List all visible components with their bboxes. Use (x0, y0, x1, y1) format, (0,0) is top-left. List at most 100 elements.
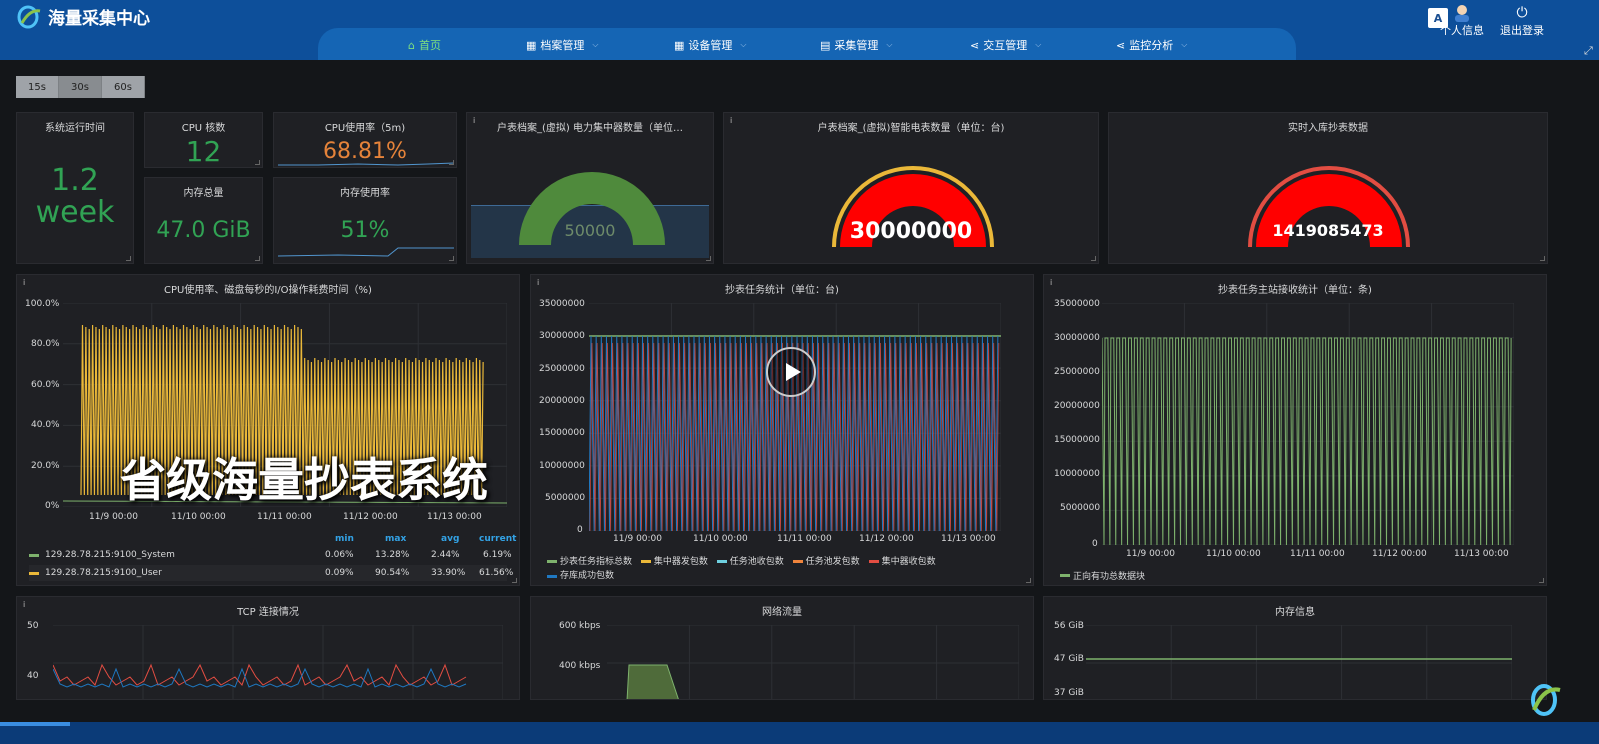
legend-item[interactable]: 129.28.78.215:9100_User 0.09% 90.54% 33.… (29, 565, 513, 581)
legend-name: 正向有功总数据块 (1073, 572, 1146, 582)
y-tick: 20.0% (31, 461, 60, 471)
meter-gauge-panel: i 户表档案_(虚拟)智能电表数量（单位：台) 30000000 (723, 112, 1099, 264)
y-tick: 20000000 (1054, 401, 1100, 411)
legend-name: 抄表任务指标总数 (560, 556, 633, 567)
y-tick: 600 kbps (559, 621, 601, 631)
panel-title: 内存信息 (1275, 607, 1315, 618)
avatar-icon (1455, 5, 1469, 22)
legend-max: 13.28% (375, 550, 410, 560)
y-tick: 5000000 (1060, 503, 1101, 513)
resize-handle[interactable] (1091, 256, 1096, 261)
panel-title: 户表档案_(虚拟)智能电表数量（单位：台) (817, 123, 1005, 134)
concentrator-gauge-panel: i 户表档案_(虚拟) 电力集中器数量（单位… 50000 (466, 112, 714, 264)
profile-label: 个人信息 (1440, 24, 1484, 37)
chevron-down-icon: ⌵ (592, 40, 599, 49)
share-icon: ⋖ (970, 38, 980, 52)
mem-total-panel: 内存总量 47.0 GiB (144, 177, 263, 264)
panel-title: TCP 连接情况 (237, 607, 299, 618)
panel-title: 抄表任务主站接收统计（单位：条) (1218, 285, 1372, 296)
nav-item-collect[interactable]: ▤ 采集管理 ⌵ (820, 37, 892, 53)
grid-icon: ▦ (674, 38, 685, 52)
resize-handle[interactable] (449, 256, 454, 261)
y-tick: 10000000 (1054, 469, 1100, 479)
resize-handle[interactable] (1539, 578, 1544, 583)
concentrator-gauge-value: 50000 (564, 221, 616, 240)
range-15s-button[interactable]: 15s (16, 76, 59, 98)
cpu-cores-value: 12 (185, 135, 222, 168)
logo-icon (17, 5, 41, 28)
legend-col-current: current (479, 534, 517, 544)
resize-handle[interactable] (126, 256, 131, 261)
legend-item[interactable]: 集中器收包数 (868, 555, 936, 569)
legend-item[interactable]: 129.28.78.215:9100_System 0.06% 13.28% 2… (29, 547, 512, 563)
master-receive-plot (1102, 303, 1514, 545)
legend-name: 任务池发包数 (805, 556, 860, 567)
legend-item[interactable]: 存库成功包数 (547, 569, 614, 583)
resize-handle[interactable] (706, 256, 711, 261)
logout-button[interactable]: ⏻ 退出登录 (1500, 4, 1544, 38)
x-tick: 11/12 00:00 (859, 534, 914, 544)
legend-name: 任务池收包数 (729, 556, 784, 567)
logout-label: 退出登录 (1500, 24, 1544, 37)
nav-item-archive[interactable]: ▦ 档案管理 ⌵ (526, 37, 598, 53)
resize-handle[interactable] (1540, 256, 1545, 261)
x-tick: 11/12 00:00 (343, 512, 398, 522)
nav-item-device[interactable]: ▦ 设备管理 ⌵ (674, 37, 746, 53)
main-nav: ⌂ 首页 ▦ 档案管理 ⌵ ▦ 设备管理 ⌵ ▤ 采集管理 ⌵ ⋖ 交互管理 ⌵… (318, 28, 1296, 60)
x-tick: 11/11 00:00 (257, 512, 312, 522)
y-tick: 35000000 (1054, 299, 1100, 309)
x-tick: 11/12 00:00 (1372, 549, 1427, 559)
uptime-unit: week (35, 195, 115, 230)
play-icon (786, 363, 801, 381)
panel-title: 内存使用率 (340, 188, 390, 199)
chevron-down-icon: ⌵ (1181, 40, 1188, 49)
fullscreen-icon[interactable]: ⤢ (1584, 44, 1593, 58)
resize-handle[interactable] (449, 160, 454, 165)
uptime-value: 1.2 week (17, 165, 133, 229)
y-tick: 80.0% (31, 339, 60, 349)
legend-item[interactable]: 抄表任务指标总数 (547, 555, 632, 569)
legend-item[interactable]: 任务池收包数 (716, 555, 784, 569)
legend-item[interactable]: 正向有功总数据块 (1060, 569, 1145, 582)
panel-title: 户表档案_(虚拟) 电力集中器数量（单位… (497, 123, 683, 134)
x-tick: 11/9 00:00 (613, 534, 663, 544)
y-tick: 5000000 (545, 493, 586, 503)
resize-handle[interactable] (255, 160, 260, 165)
list-icon: ▤ (820, 38, 831, 52)
chevron-down-icon: ⌵ (740, 40, 747, 49)
range-60s-button[interactable]: 60s (102, 76, 145, 98)
y-tick: 50 (27, 621, 39, 631)
y-tick: 0 (577, 525, 583, 535)
app-logo[interactable]: 海量采集中心 (16, 4, 150, 29)
memory-plot (1086, 625, 1512, 699)
legend-swatch (547, 560, 557, 563)
nav-label: 采集管理 (834, 39, 879, 52)
play-button[interactable] (766, 347, 816, 397)
panel-title: CPU 核数 (181, 123, 226, 134)
panel-title: 系统运行时间 (45, 123, 105, 134)
resize-handle[interactable] (512, 578, 517, 583)
refresh-range-group: 15s 30s 60s (16, 76, 145, 98)
series-area-traffic (626, 664, 679, 699)
resize-handle[interactable] (255, 256, 260, 261)
profile-button[interactable]: 个人信息 (1440, 4, 1484, 38)
nav-item-interact[interactable]: ⋖ 交互管理 ⌵ (970, 37, 1041, 53)
y-tick: 47 GiB (1054, 654, 1084, 664)
legend-swatch (1060, 574, 1070, 577)
legend-item[interactable]: 任务池发包数 (792, 555, 860, 569)
legend-item[interactable]: 集中器发包数 (640, 555, 708, 569)
legend-avg: 2.44% (431, 550, 460, 560)
panel-title: 内存总量 (183, 188, 224, 199)
legend-current: 61.56% (479, 568, 514, 578)
nav-label: 监控分析 (1129, 39, 1174, 52)
y-tick: 10000000 (539, 461, 585, 471)
nav-item-monitor[interactable]: ⋖ 监控分析 ⌵ (1116, 37, 1187, 53)
nav-item-home[interactable]: ⌂ 首页 (408, 37, 441, 53)
y-tick: 100.0% (25, 299, 60, 309)
series-line-tcp-a (53, 663, 467, 686)
range-30s-button[interactable]: 30s (59, 76, 102, 98)
x-tick: 11/13 00:00 (427, 512, 482, 522)
resize-handle[interactable] (1026, 578, 1031, 583)
chevron-down-icon: ⌵ (1035, 40, 1042, 49)
legend-swatch (792, 560, 803, 563)
